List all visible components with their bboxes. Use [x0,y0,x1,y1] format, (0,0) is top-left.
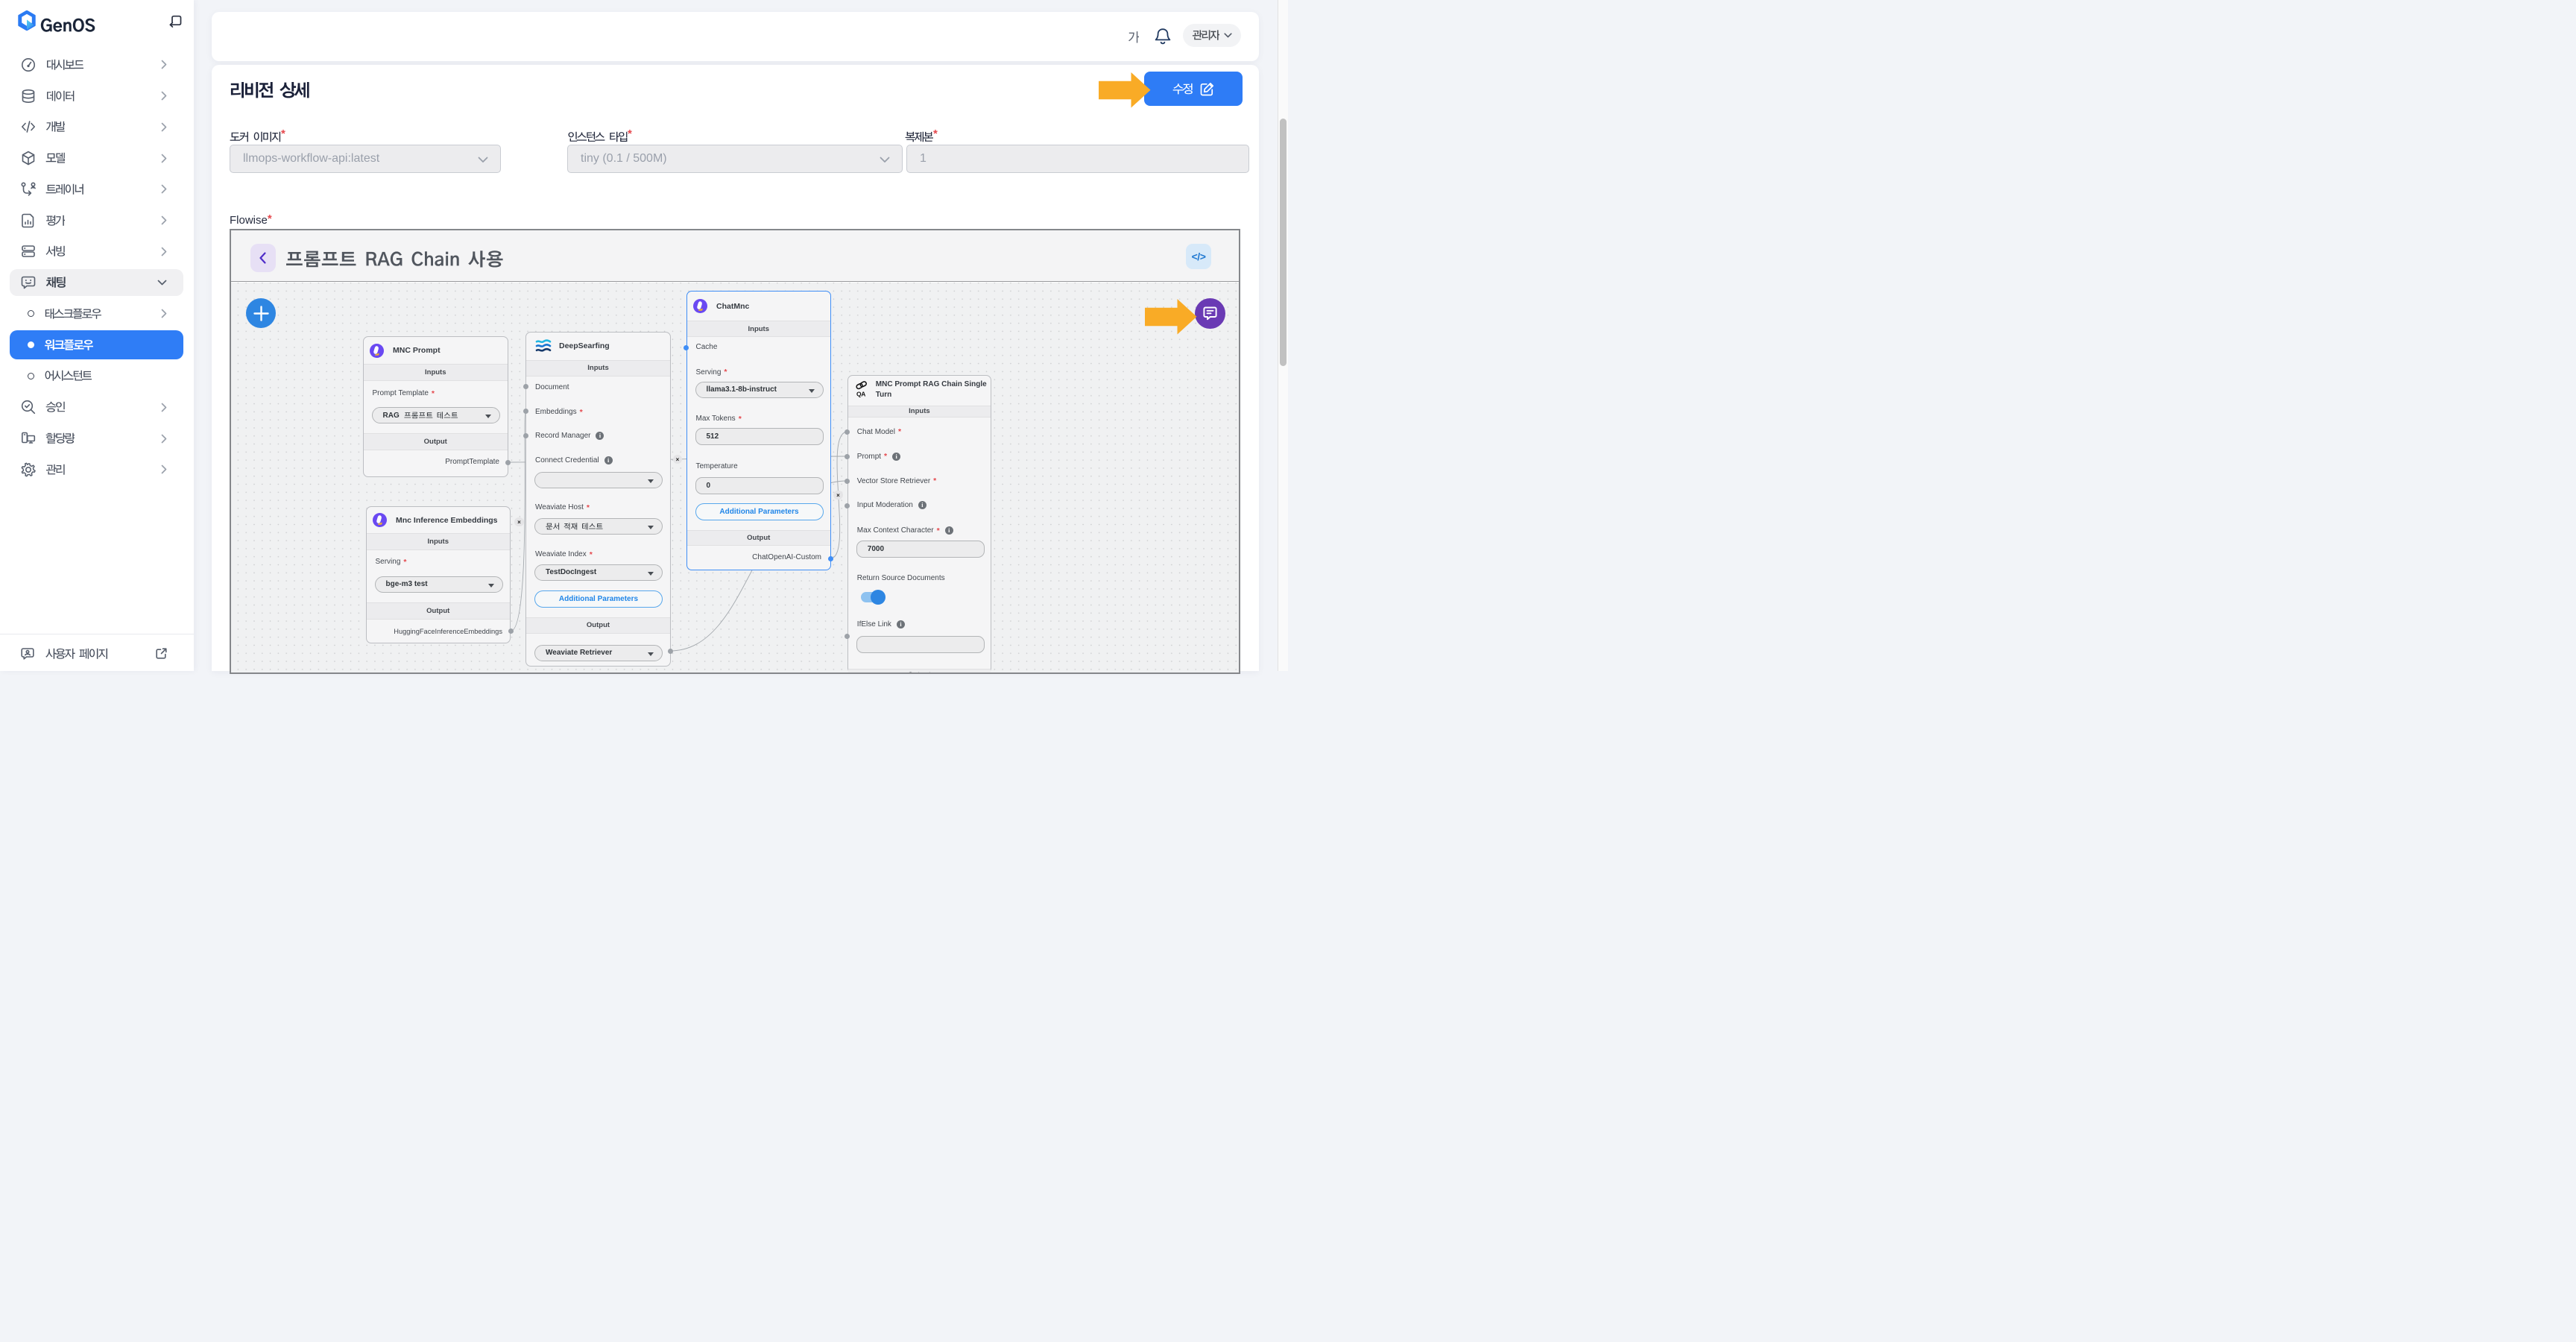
svg-text:QA: QA [856,391,865,398]
